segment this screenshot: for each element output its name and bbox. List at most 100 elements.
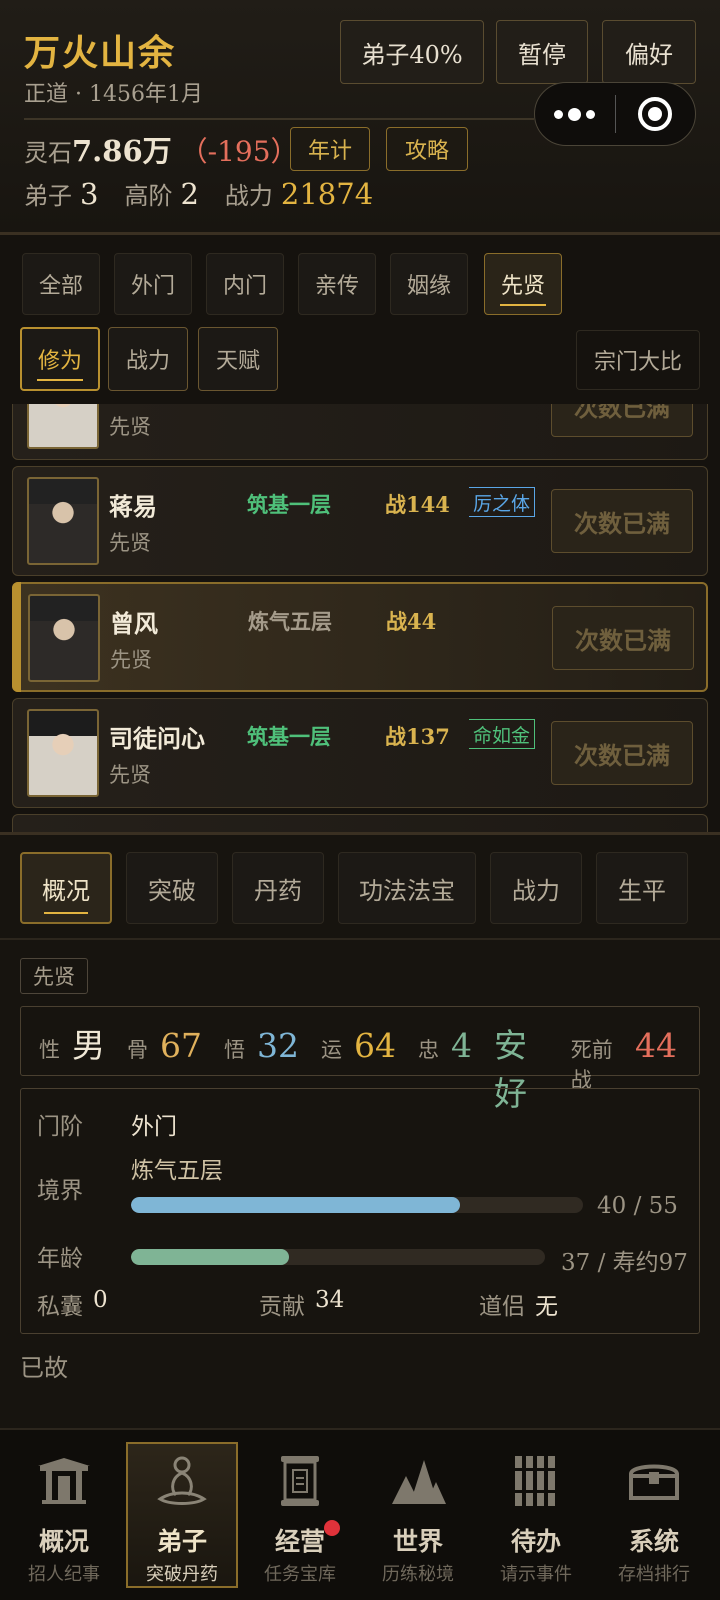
disciple-power: 战44 xyxy=(386,609,437,634)
realm-progress-bar xyxy=(131,1197,583,1213)
nav-title: 待办 xyxy=(510,1527,561,1556)
disciple-tag: 先贤 xyxy=(109,531,151,555)
gate-icon xyxy=(34,1452,94,1510)
action-full-button[interactable]: 次数已满 xyxy=(551,404,693,437)
scroll-icon xyxy=(270,1452,330,1510)
nav-subtitle: 请示事件 xyxy=(500,1564,572,1585)
list-item[interactable]: 司徒问心 先贤 筑基一层 战137 命如金 次数已满 xyxy=(12,698,708,808)
disciples-label: 弟子 xyxy=(24,182,72,210)
nav-title: 系统 xyxy=(628,1527,679,1556)
tab-sages[interactable]: 先贤 xyxy=(484,253,562,315)
luck-label: 运 xyxy=(321,1038,342,1062)
loyalty-label: 忠 xyxy=(418,1038,439,1062)
tab-pills[interactable]: 丹药 xyxy=(232,852,324,924)
nav-system[interactable]: 系统 存档排行 xyxy=(598,1442,710,1588)
purse-value: 0 xyxy=(93,1287,108,1313)
info-card: 门阶 外门 境界 炼气五层 40 / 55 年龄 37 / 寿约97 私囊 0 … xyxy=(20,1088,700,1334)
tab-direct[interactable]: 亲传 xyxy=(298,253,376,315)
tab-biography[interactable]: 生平 xyxy=(596,852,688,924)
power-label: 战力 xyxy=(224,182,273,210)
list-item-selected[interactable]: 曾风 先贤 炼气五层 战44 次数已满 xyxy=(12,582,708,692)
sort-power[interactable]: 战力 xyxy=(108,327,188,391)
tab-combat[interactable]: 战力 xyxy=(490,852,582,924)
avatar xyxy=(28,594,100,682)
tab-all[interactable]: 全部 xyxy=(22,253,100,315)
bone-label: 骨 xyxy=(127,1038,148,1062)
tab-inner[interactable]: 内门 xyxy=(206,253,284,315)
realm-value: 炼气五层 xyxy=(131,1158,223,1184)
spirit-stone-delta: （-195） xyxy=(179,135,299,168)
age-label: 年龄 xyxy=(37,1246,83,1272)
disciple-tag: 先贤 xyxy=(110,648,152,672)
disciple-rate-button[interactable]: 弟子40% xyxy=(340,20,484,84)
header-divider xyxy=(24,118,534,120)
gender-label: 性 xyxy=(39,1038,60,1062)
disciple-realm: 筑基一层 xyxy=(247,724,331,749)
partner-label: 道侣 xyxy=(479,1294,525,1320)
avatar xyxy=(27,404,99,449)
list-item[interactable] xyxy=(12,814,708,832)
yearly-plan-button[interactable]: 年计 xyxy=(290,127,370,171)
disciples-count: 3 xyxy=(80,177,99,211)
sect-competition-button[interactable]: 宗门大比 xyxy=(576,330,700,390)
disciple-realm: 炼气五层 xyxy=(248,609,332,634)
nav-title: 概况 xyxy=(38,1527,89,1556)
disciple-realm: 筑基一层 xyxy=(247,492,331,517)
nav-world[interactable]: 世界 历练秘境 xyxy=(362,1442,474,1588)
insight-label: 悟 xyxy=(224,1038,245,1062)
list-item[interactable]: 蒋易 先贤 筑基一层 战144 厉之体 次数已满 xyxy=(12,466,708,576)
action-full-button[interactable]: 次数已满 xyxy=(552,606,694,670)
avatar xyxy=(27,709,99,797)
nav-business[interactable]: 经营 任务宝库 xyxy=(244,1442,356,1588)
deceased-status: 已故 xyxy=(20,1354,68,1382)
nav-overview[interactable]: 概况 招人纪事 xyxy=(8,1442,120,1588)
pause-button[interactable]: 暂停 xyxy=(496,20,588,84)
tab-techniques[interactable]: 功法法宝 xyxy=(338,852,476,924)
nav-subtitle: 招人纪事 xyxy=(28,1564,100,1585)
notification-dot xyxy=(324,1520,340,1536)
nav-disciples[interactable]: 弟子 突破丹药 xyxy=(126,1442,238,1588)
tab-overview[interactable]: 概况 xyxy=(20,852,112,924)
spirit-stone-label: 灵石 xyxy=(24,139,72,167)
avatar xyxy=(27,477,99,565)
rank-value: 外门 xyxy=(131,1114,177,1140)
loyalty-value: 4 xyxy=(451,1026,472,1065)
list-item[interactable]: 先贤 次数已满 xyxy=(12,404,708,460)
tab-marriage[interactable]: 姻缘 xyxy=(390,253,468,315)
meditation-icon xyxy=(152,1454,212,1510)
mountain-icon xyxy=(388,1452,448,1510)
death-power-value: 44 xyxy=(635,1026,677,1065)
disciple-name: 司徒问心 xyxy=(109,724,205,753)
insight-value: 32 xyxy=(257,1026,299,1065)
disciple-trait: 命如金 xyxy=(469,719,536,749)
more-icon[interactable] xyxy=(535,83,615,145)
sort-cultivation[interactable]: 修为 xyxy=(20,327,100,391)
disciple-list[interactable]: 先贤 次数已满 蒋易 先贤 筑基一层 战144 厉之体 次数已满 曾风 先贤 炼… xyxy=(0,404,720,832)
bottom-nav: 概况 招人纪事 弟子 突破丹药 经营 任务宝库 世界 历练秘境 待办 请示事件 … xyxy=(0,1428,720,1600)
disciple-tag: 先贤 xyxy=(109,415,151,439)
death-power-label: 死前战 xyxy=(570,1038,613,1092)
disciple-power: 战137 xyxy=(385,724,450,749)
senior-count: 2 xyxy=(180,177,199,211)
guide-button[interactable]: 攻略 xyxy=(386,127,468,171)
disciple-power: 战144 xyxy=(385,492,450,517)
action-full-button[interactable]: 次数已满 xyxy=(551,489,693,553)
game-date: 正道 · 1456年1月 xyxy=(24,82,203,107)
sect-name: 万火山余 xyxy=(24,32,177,74)
disciple-trait: 厉之体 xyxy=(469,487,536,517)
tab-breakthrough[interactable]: 突破 xyxy=(126,852,218,924)
tab-outer[interactable]: 外门 xyxy=(114,253,192,315)
preference-button[interactable]: 偏好 xyxy=(602,20,696,84)
sort-talent[interactable]: 天赋 xyxy=(198,327,278,391)
disciple-name: 曾风 xyxy=(110,609,158,638)
purse-label: 私囊 xyxy=(37,1294,83,1320)
nav-todo[interactable]: 待办 请示事件 xyxy=(480,1442,592,1588)
action-full-button[interactable]: 次数已满 xyxy=(551,721,693,785)
nav-title: 弟子 xyxy=(156,1527,207,1556)
age-progress-text: 37 / 寿约97 xyxy=(561,1250,688,1276)
disciple-name: 蒋易 xyxy=(109,492,157,521)
close-target-icon[interactable] xyxy=(616,83,696,145)
detail-divider xyxy=(0,938,720,940)
nav-title: 经营 xyxy=(274,1527,325,1556)
spirit-stone-display: 灵石 7.86万 （-195） xyxy=(24,128,299,170)
